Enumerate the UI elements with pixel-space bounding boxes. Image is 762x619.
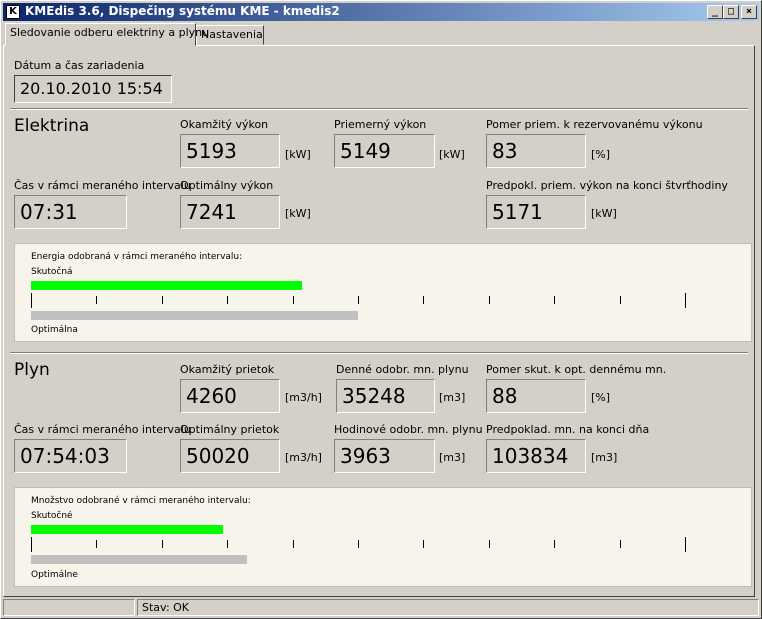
scale-tick — [423, 296, 424, 304]
ratio-reserved-unit: [%] — [591, 148, 611, 161]
gas-interval-time-label: Čas v rámci meraného intervalu — [14, 423, 191, 436]
scale-tick — [620, 540, 621, 548]
predicted-daily-value: 103834 — [486, 439, 586, 473]
gas-gauge: Množstvo odobrané v rámci meraného inter… — [14, 487, 752, 587]
separator-middle — [10, 352, 748, 354]
gas-gauge-optimal-label: Optimálne — [31, 570, 78, 580]
status-text: Stav: OK — [137, 599, 759, 616]
title-bar[interactable]: K KMEdis 3.6, Dispečing systému KME - km… — [3, 3, 759, 21]
scale-tick — [227, 540, 228, 548]
scale-tick — [293, 296, 294, 304]
scale-tick — [162, 296, 163, 304]
scale-tick — [31, 537, 32, 552]
scale-tick — [162, 540, 163, 548]
daily-draw-label: Denné odobr. mn. plynu — [336, 363, 469, 376]
status-cell-left — [3, 599, 135, 616]
scale-tick — [293, 540, 294, 548]
daily-draw-unit: [m3] — [439, 391, 466, 404]
gas-gauge-title: Množstvo odobrané v rámci meraného inter… — [31, 496, 251, 506]
tab-monitoring[interactable]: Sledovanie odberu elektriny a plynu — [5, 23, 209, 46]
scale-tick — [685, 293, 686, 308]
scale-tick — [423, 540, 424, 548]
elec-gauge-optimal-label: Optimálna — [31, 325, 78, 335]
scale-tick — [685, 537, 686, 552]
instant-flow-value: 4260 — [180, 379, 280, 413]
optimal-flow-value: 50020 — [180, 439, 280, 473]
monitoring-panel: Dátum a čas zariadenia 20.10.2010 15:54 … — [3, 45, 755, 597]
ratio-reserved-label: Pomer priem. k rezervovanému výkonu — [486, 118, 703, 131]
elec-optimal-bar — [31, 311, 358, 320]
ratio-reserved-value: 83 — [486, 134, 586, 168]
ratio-daily-value: 88 — [486, 379, 586, 413]
scale-tick — [31, 293, 32, 308]
instant-power-label: Okamžitý výkon — [180, 118, 269, 131]
instant-flow-label: Okamžitý prietok — [180, 363, 275, 376]
predicted-power-value: 5171 — [486, 195, 586, 229]
average-power-value: 5149 — [334, 134, 435, 168]
average-power-label: Priemerný výkon — [334, 118, 427, 131]
hourly-draw-unit: [m3] — [439, 451, 466, 464]
scale-tick — [96, 296, 97, 304]
gas-actual-bar — [31, 525, 223, 534]
optimal-power-label: Optimálny výkon — [180, 179, 274, 192]
ratio-daily-label: Pomer skut. k opt. dennému mn. — [486, 363, 667, 376]
scale-tick — [554, 540, 555, 548]
daily-draw-value: 35248 — [336, 379, 435, 413]
electricity-heading: Elektrina — [14, 116, 90, 136]
status-bar: Stav: OK — [3, 599, 759, 616]
minimize-button[interactable]: _ — [707, 5, 723, 19]
tab-strip: Sledovanie odberu elektriny a plynu Nast… — [3, 23, 759, 46]
close-button[interactable]: × — [741, 5, 757, 19]
optimal-flow-unit: [m3/h] — [285, 451, 322, 464]
scale-tick — [227, 296, 228, 304]
predicted-power-label: Predpokl. priem. výkon na konci štvrťhod… — [486, 179, 728, 192]
optimal-flow-label: Optimálny prietok — [180, 423, 280, 436]
main-window: K KMEdis 3.6, Dispečing systému KME - km… — [0, 0, 762, 619]
predicted-daily-unit: [m3] — [591, 451, 618, 464]
gas-optimal-bar — [31, 555, 247, 564]
average-power-unit: [kW] — [439, 148, 465, 161]
scale-tick — [358, 540, 359, 548]
device-time-label: Dátum a čas zariadenia — [14, 59, 145, 72]
scale-tick — [358, 296, 359, 304]
elec-interval-time-value: 07:31 — [14, 195, 127, 229]
instant-flow-unit: [m3/h] — [285, 391, 322, 404]
elec-gauge-actual-label: Skutočná — [31, 267, 73, 277]
scale-tick — [489, 296, 490, 304]
optimal-power-value: 7241 — [180, 195, 280, 229]
hourly-draw-value: 3963 — [334, 439, 435, 473]
device-time-value: 20.10.2010 15:54 — [14, 75, 172, 103]
scale-tick — [620, 296, 621, 304]
elec-gauge-title: Energia odobraná v rámci meraného interv… — [31, 252, 243, 262]
scale-tick — [489, 540, 490, 548]
predicted-daily-label: Predpoklad. mn. na konci dňa — [486, 423, 650, 436]
elec-actual-bar — [31, 281, 302, 290]
scale-tick — [96, 540, 97, 548]
gas-interval-time-value: 07:54:03 — [14, 439, 127, 473]
instant-power-value: 5193 — [180, 134, 280, 168]
gas-heading: Plyn — [14, 360, 50, 380]
electricity-gauge: Energia odobraná v rámci meraného interv… — [14, 243, 752, 342]
app-icon[interactable]: K — [6, 5, 20, 19]
scale-tick — [554, 296, 555, 304]
elec-interval-time-label: Čas v rámci meraného intervalu — [14, 179, 191, 192]
predicted-power-unit: [kW] — [591, 207, 617, 220]
hourly-draw-label: Hodinové odobr. mn. plynu — [334, 423, 483, 436]
ratio-daily-unit: [%] — [591, 391, 611, 404]
optimal-power-unit: [kW] — [285, 207, 311, 220]
gas-gauge-actual-label: Skutočné — [31, 511, 73, 521]
separator-top — [10, 108, 748, 110]
instant-power-unit: [kW] — [285, 148, 311, 161]
maximize-button[interactable]: □ — [723, 5, 739, 19]
window-title: KMEdis 3.6, Dispečing systému KME - kmed… — [25, 4, 340, 18]
